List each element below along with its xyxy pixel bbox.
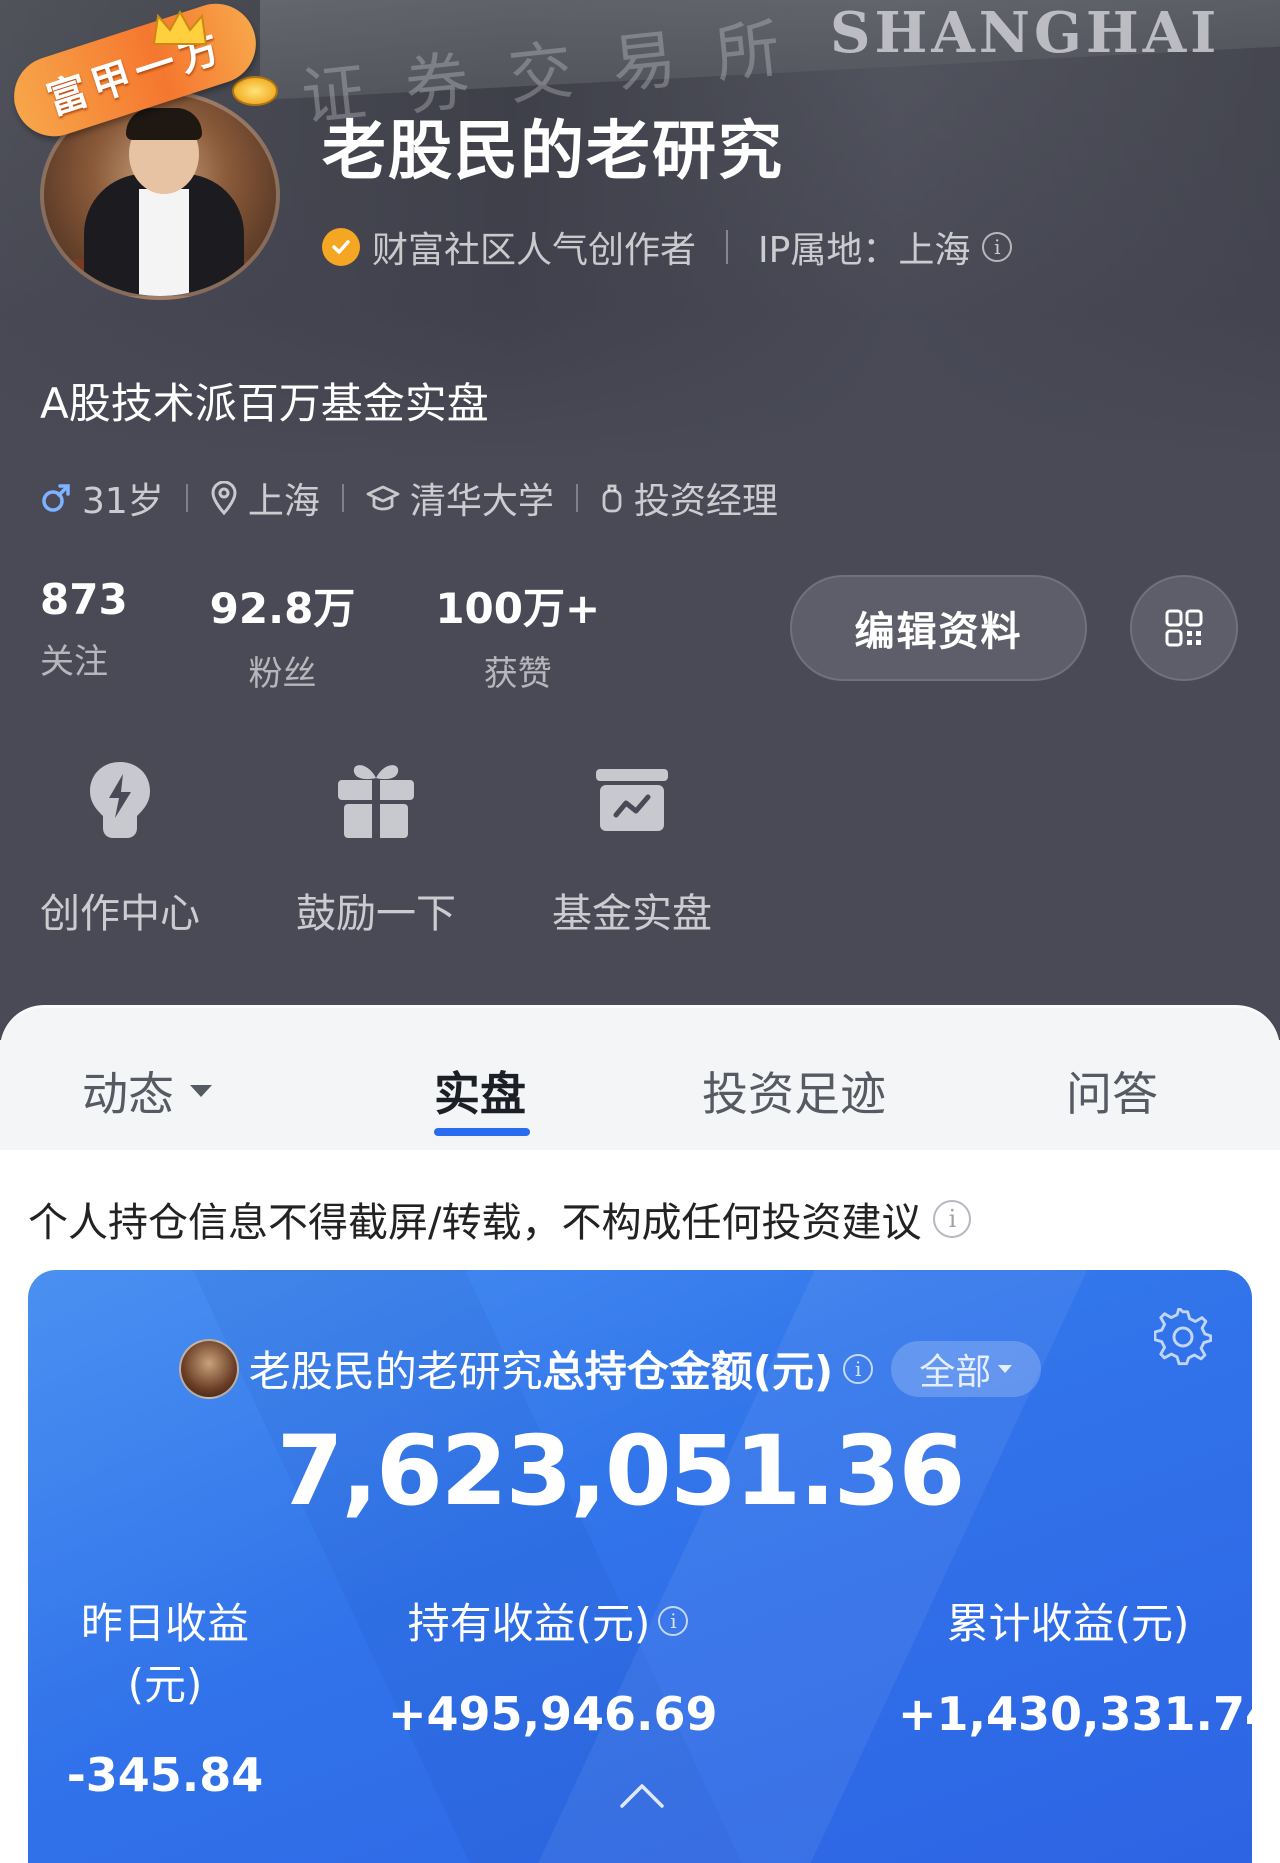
stat-followers[interactable]: 92.8万 粉丝 bbox=[210, 575, 356, 695]
holdings-content: 个人持仓信息不得截屏/转载，不构成任何投资建议 i 老股民的老研究总持仓金额(元… bbox=[0, 1150, 1280, 1863]
metric-yesterday: 昨日收益(元) -345.84 bbox=[60, 1590, 270, 1802]
active-tab-indicator bbox=[434, 1128, 530, 1136]
profile-stats: 873 关注 92.8万 粉丝 100万+ 获赞 bbox=[40, 575, 680, 695]
dropdown-triangle-icon bbox=[190, 1085, 212, 1097]
stat-label: 获赞 bbox=[483, 654, 552, 694]
total-amount: 7,623,051.36 bbox=[276, 1415, 966, 1527]
divider bbox=[341, 484, 344, 512]
metric-value: +495,946.69 bbox=[388, 1687, 718, 1741]
total-label: 总持仓金额(元) bbox=[542, 1347, 834, 1396]
stat-value: 100万+ bbox=[435, 584, 601, 633]
info-icon[interactable]: i bbox=[843, 1353, 874, 1384]
location-pin-icon bbox=[211, 481, 237, 515]
tag-school-label: 清华大学 bbox=[409, 481, 554, 522]
bio: A股技术派百万基金实盘 bbox=[40, 379, 489, 428]
stat-likes[interactable]: 100万+ 获赞 bbox=[435, 575, 600, 695]
tag-school: 清华大学 bbox=[366, 472, 554, 524]
holdings-summary-card: 老股民的老研究总持仓金额(元) i 全部 7,623,051.36 昨日收益(元… bbox=[28, 1270, 1252, 1863]
metric-cumulative: 累计收益(元) +1,430,331.74 bbox=[898, 1590, 1252, 1741]
card-title: 老股民的老研究总持仓金额(元) bbox=[249, 1338, 833, 1399]
tab-investment-footprint[interactable]: 投资足迹 bbox=[702, 1058, 886, 1124]
divider bbox=[575, 484, 578, 512]
owner-name: 老股民的老研究 bbox=[248, 1347, 543, 1396]
metric-label: 昨日收益(元) bbox=[80, 1599, 249, 1709]
shortcut-label: 创作中心 bbox=[40, 891, 200, 937]
dropdown-triangle-icon bbox=[998, 1364, 1013, 1373]
tab-holdings[interactable]: 实盘 bbox=[434, 1058, 526, 1124]
chevron-up-icon[interactable] bbox=[618, 1780, 666, 1810]
qr-code-icon bbox=[1165, 609, 1203, 647]
creator-title: 财富社区人气创作者 bbox=[372, 230, 697, 271]
coin-icon bbox=[232, 76, 278, 106]
tab-feed[interactable]: 动态 bbox=[82, 1058, 214, 1124]
info-icon[interactable]: i bbox=[658, 1605, 689, 1636]
gift-icon bbox=[338, 765, 414, 838]
tab-label: 投资足迹 bbox=[702, 1067, 886, 1121]
metric-value: -345.84 bbox=[66, 1748, 264, 1802]
crown-icon bbox=[152, 9, 208, 45]
job-icon bbox=[602, 484, 622, 513]
stat-value: 92.8万 bbox=[209, 584, 356, 633]
graduation-cap-icon bbox=[366, 485, 400, 511]
card-title-row: 老股民的老研究总持仓金额(元) i 全部 bbox=[28, 1338, 1252, 1399]
profile-tags: 31岁 上海 清华大学 投资经理 bbox=[40, 470, 778, 526]
ip-location: IP属地：上海 bbox=[758, 230, 971, 271]
fund-chart-icon bbox=[596, 769, 668, 831]
disclaimer-text: 个人持仓信息不得截屏/转载，不构成任何投资建议 bbox=[28, 1200, 922, 1246]
divider bbox=[185, 484, 188, 512]
metric-label: 累计收益(元) bbox=[946, 1599, 1190, 1648]
lightbulb-icon bbox=[90, 762, 150, 838]
qr-code-button[interactable] bbox=[1130, 575, 1238, 681]
tag-job: 投资经理 bbox=[600, 472, 778, 524]
creator-info: 财富社区人气创作者 IP属地：上海 i bbox=[322, 222, 1013, 272]
stat-label: 粉丝 bbox=[248, 654, 317, 694]
tab-qa[interactable]: 问答 bbox=[1066, 1058, 1158, 1124]
stat-following[interactable]: 873 关注 bbox=[40, 575, 128, 695]
tab-label: 实盘 bbox=[434, 1067, 526, 1121]
tab-label: 问答 bbox=[1066, 1067, 1158, 1121]
shortcut-encourage[interactable]: 鼓励一下 bbox=[296, 755, 456, 939]
tag-location-label: 上海 bbox=[247, 481, 320, 522]
stat-value: 873 bbox=[40, 575, 128, 624]
metric-value: +1,430,331.74 bbox=[898, 1687, 1252, 1741]
info-icon[interactable]: i bbox=[933, 1200, 972, 1238]
shortcut-label: 鼓励一下 bbox=[296, 891, 456, 937]
scope-filter-label: 全部 bbox=[919, 1351, 992, 1393]
earnings-metrics: 昨日收益(元) -345.84 持有收益(元) i +495,946.69 累计… bbox=[28, 1590, 1252, 1802]
tag-age-label: 31岁 bbox=[82, 481, 164, 522]
stat-label: 关注 bbox=[40, 642, 108, 682]
metric-label: 持有收益(元) i bbox=[388, 1590, 708, 1651]
shortcut-row: 创作中心 鼓励一下 基金实盘 bbox=[40, 755, 712, 939]
shortcut-label: 基金实盘 bbox=[552, 891, 712, 937]
tag-job-label: 投资经理 bbox=[633, 481, 778, 522]
tag-location: 上海 bbox=[210, 472, 320, 524]
divider bbox=[726, 230, 729, 264]
scope-filter-dropdown[interactable]: 全部 bbox=[891, 1340, 1042, 1397]
edit-profile-button[interactable]: 编辑资料 bbox=[790, 575, 1087, 681]
shortcut-fund-holdings[interactable]: 基金实盘 bbox=[552, 755, 712, 939]
tag-age: 31岁 bbox=[40, 472, 164, 524]
tab-bar: 动态 实盘 投资足迹 问答 bbox=[0, 1005, 1280, 1155]
disclaimer: 个人持仓信息不得截屏/转载，不构成任何投资建议 i bbox=[28, 1190, 972, 1248]
tab-label: 动态 bbox=[82, 1067, 174, 1121]
profile-header: 证券交易所 SHANGHAI 富甲一方 老股民的老研究 财富社区人气创作者 IP… bbox=[0, 0, 1280, 1040]
male-icon bbox=[42, 484, 70, 512]
metric-holding: 持有收益(元) i +495,946.69 bbox=[388, 1590, 718, 1741]
background-sign-text: SHANGHAI bbox=[830, 0, 1221, 66]
info-icon[interactable]: i bbox=[982, 232, 1013, 262]
mini-avatar bbox=[178, 1338, 239, 1399]
username: 老股民的老研究 bbox=[322, 115, 784, 189]
shortcut-creator-center[interactable]: 创作中心 bbox=[40, 755, 200, 939]
verified-check-icon bbox=[322, 228, 360, 266]
